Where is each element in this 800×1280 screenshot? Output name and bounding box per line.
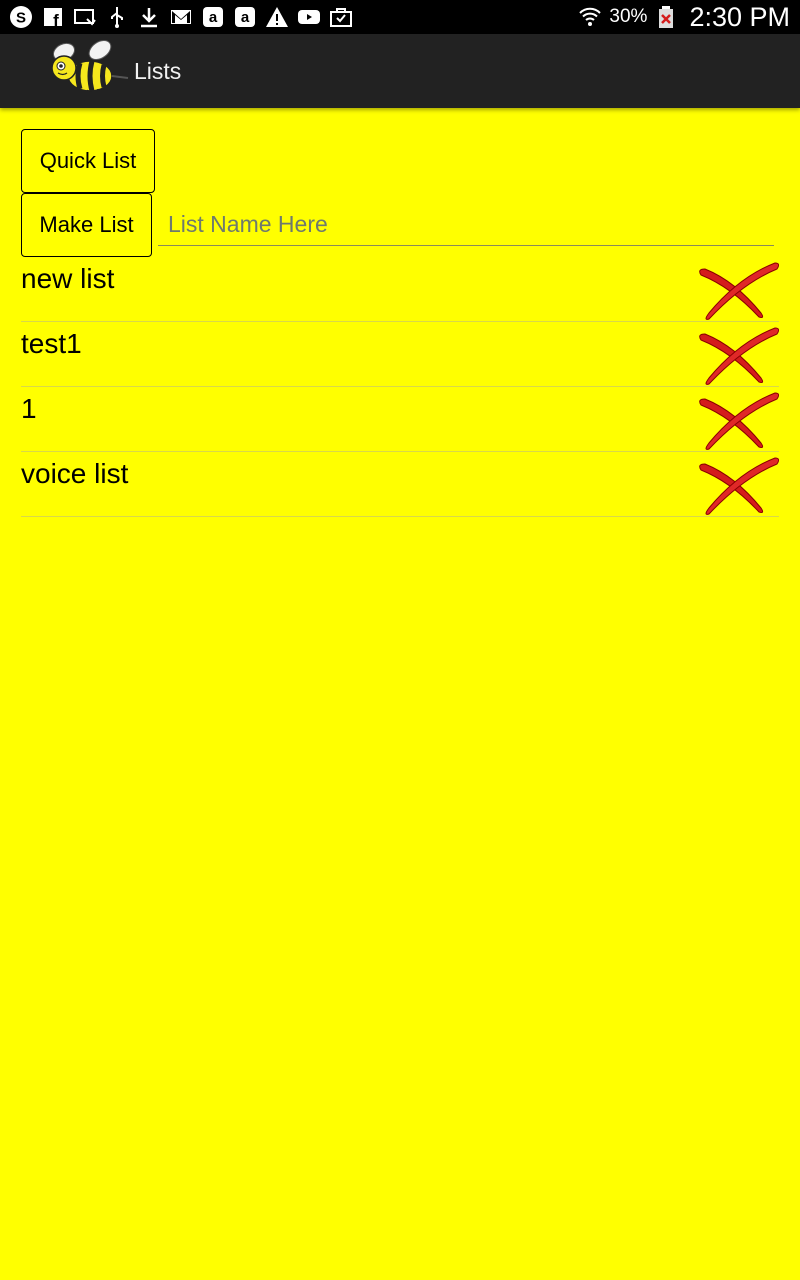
action-bar: Lists: [0, 34, 800, 108]
list-name-input[interactable]: [158, 204, 774, 246]
lists-container: new list test1 1 voice list: [21, 257, 779, 517]
bee-icon[interactable]: [34, 38, 130, 104]
red-x-icon[interactable]: [695, 389, 779, 451]
red-x-icon[interactable]: [695, 454, 779, 516]
list-item[interactable]: 1: [21, 387, 779, 452]
cast-icon: [72, 4, 98, 30]
svg-text:S: S: [16, 10, 26, 27]
amazon-icon: a: [200, 4, 226, 30]
download-icon: [136, 4, 162, 30]
make-list-button[interactable]: Make List: [21, 193, 152, 257]
youtube-icon: [296, 4, 322, 30]
gmail-icon: [168, 4, 194, 30]
list-item-label[interactable]: new list: [21, 263, 114, 295]
svg-text:a: a: [209, 9, 218, 26]
clock: 2:30 PM: [689, 1, 790, 32]
wifi-icon: [577, 4, 603, 30]
list-item[interactable]: voice list: [21, 452, 779, 517]
status-right: 30% 2:30 PM: [577, 0, 790, 34]
briefcase-icon: [328, 4, 354, 30]
warning-icon: [264, 4, 290, 30]
list-item-label[interactable]: test1: [21, 328, 82, 360]
battery-percent: 30%: [609, 6, 648, 27]
page-title: Lists: [134, 58, 182, 84]
list-item[interactable]: test1: [21, 322, 779, 387]
status-bar: S f a a 30% 2:30 PM: [0, 0, 800, 34]
quick-list-button[interactable]: Quick List: [21, 129, 155, 193]
red-x-icon[interactable]: [695, 324, 779, 386]
usb-icon: [104, 4, 130, 30]
facebook-icon: f: [40, 4, 66, 30]
list-item[interactable]: new list: [21, 257, 779, 322]
svg-text:a: a: [241, 9, 250, 26]
battery-icon: [653, 4, 679, 30]
amazon-icon-2: a: [232, 4, 258, 30]
notification-icons: S f a a: [8, 4, 354, 30]
list-item-label[interactable]: voice list: [21, 458, 128, 490]
list-item-label[interactable]: 1: [21, 393, 37, 425]
svg-text:f: f: [53, 11, 59, 29]
skype-icon: S: [8, 4, 34, 30]
red-x-icon[interactable]: [695, 259, 779, 321]
